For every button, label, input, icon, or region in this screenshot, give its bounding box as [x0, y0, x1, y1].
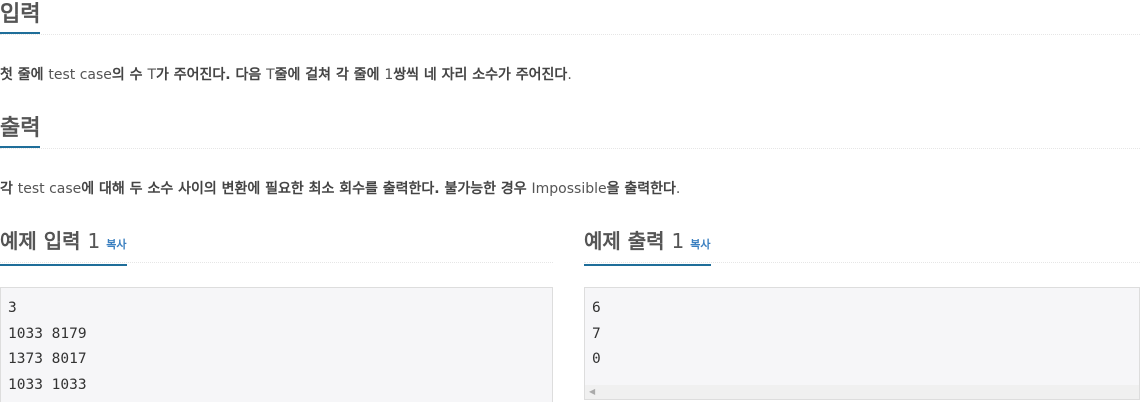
text-run: 가 주어진다. 다음: [156, 67, 267, 83]
sample-output-number: 1: [671, 229, 685, 253]
sample-input: 예제 입력 1 복사 3 1033 8179 1373 8017 1033 103…: [0, 224, 553, 402]
text-run: .: [675, 181, 681, 197]
text-run: 1: [384, 67, 394, 83]
text-run: 줄에 걸쳐 각 줄에: [274, 67, 385, 83]
sample-input-number: 1: [87, 229, 101, 253]
text-run: test case: [48, 67, 112, 83]
sample-output: 예제 출력 1 복사 6 7 0 ◀: [584, 224, 1140, 400]
text-run: T: [147, 67, 156, 83]
input-section-title: 입력: [0, 0, 41, 34]
text-run: 을 출력한다: [606, 181, 676, 197]
text-run: 의 수: [111, 67, 148, 83]
scroll-left-arrow-icon[interactable]: ◀: [589, 387, 595, 396]
sample-output-content: 6 7 0: [584, 287, 1140, 400]
sample-output-title: 예제 출력: [584, 229, 665, 253]
copy-sample-input-button[interactable]: 복사: [106, 238, 126, 251]
input-description: 첫 줄에 test case의 수 T가 주어진다. 다음 T줄에 걸쳐 각 줄…: [0, 64, 572, 84]
text-run: 첫 줄에: [0, 67, 49, 83]
horizontal-scrollbar[interactable]: ◀: [585, 385, 1139, 399]
sample-input-content: 3 1033 8179 1373 8017 1033 1033: [0, 287, 553, 402]
text-run: Impossible: [531, 181, 607, 197]
input-section-header: 입력: [0, 0, 1140, 35]
text-run: 에 대해 두 소수 사이의 변환에 필요한 최소 회수를 출력한다. 불가능한 …: [81, 181, 532, 197]
output-section-header: 출력: [0, 114, 1140, 149]
output-description: 각 test case에 대해 두 소수 사이의 변환에 필요한 최소 회수를 …: [0, 178, 680, 198]
text-run: .: [567, 67, 572, 83]
sample-input-title: 예제 입력: [0, 229, 81, 253]
text-run: T: [266, 67, 275, 83]
text-run: 각: [0, 181, 18, 197]
output-section-title: 출력: [0, 114, 41, 148]
text-run: test case: [17, 181, 82, 197]
copy-sample-output-button[interactable]: 복사: [690, 238, 710, 251]
text-run: 쌍씩 네 자리 소수가 주어진다: [393, 67, 568, 83]
